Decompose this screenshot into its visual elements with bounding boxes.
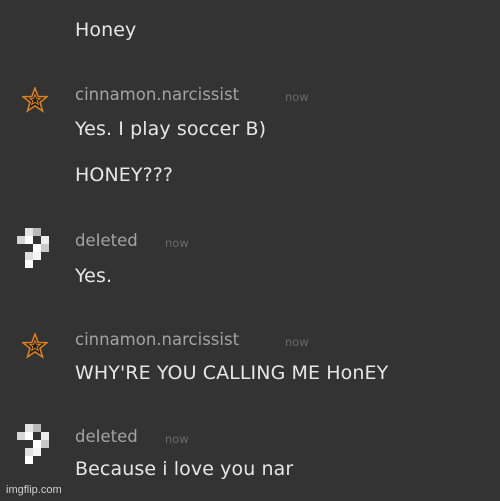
timestamp: now bbox=[165, 432, 189, 446]
message-text: Yes. I play soccer B) bbox=[75, 118, 267, 140]
star-icon[interactable] bbox=[20, 331, 50, 359]
pixel-block-icon[interactable] bbox=[17, 228, 49, 268]
watermark: imgflip.com bbox=[6, 484, 62, 496]
message-text: Honey bbox=[75, 19, 137, 41]
pixel-block-icon[interactable] bbox=[17, 424, 49, 464]
chat-window: Honey cinnamon.narcissist now Yes. I pla… bbox=[0, 0, 500, 501]
username[interactable]: cinnamon.narcissist bbox=[75, 85, 239, 104]
username[interactable]: deIeted bbox=[75, 427, 138, 446]
username[interactable]: cinnamon.narcissist bbox=[75, 330, 239, 349]
message-text: Yes. bbox=[75, 265, 113, 287]
message-text: HONEY??? bbox=[75, 164, 174, 186]
timestamp: now bbox=[165, 236, 189, 250]
star-icon[interactable] bbox=[20, 85, 50, 113]
timestamp: now bbox=[285, 335, 309, 349]
timestamp: now bbox=[285, 90, 309, 104]
message-text: WHY'RE YOU CALLING ME HonEY bbox=[75, 362, 389, 384]
username[interactable]: deIeted bbox=[75, 231, 138, 250]
message-text: Because i love you nar bbox=[75, 458, 294, 480]
